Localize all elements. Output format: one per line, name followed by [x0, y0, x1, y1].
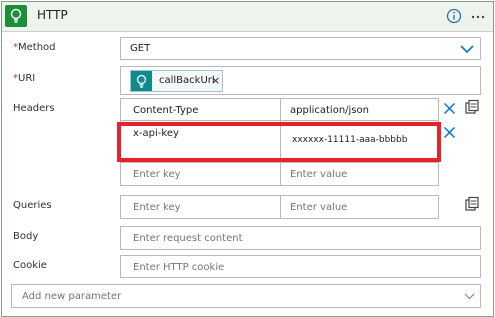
- header-value-input[interactable]: application/json: [280, 98, 439, 121]
- query-value-input[interactable]: Enter value: [280, 195, 439, 219]
- token-label: callBackUrl: [159, 75, 215, 86]
- query-key-input[interactable]: Enter key: [120, 195, 281, 219]
- chevron-down-icon: [460, 45, 474, 54]
- method-value: GET: [130, 43, 151, 54]
- token-remove-icon[interactable]: ×: [211, 74, 220, 87]
- switch-to-text-mode-icon[interactable]: [464, 196, 480, 212]
- add-new-parameter-dropdown[interactable]: Add new parameter: [11, 284, 481, 308]
- header-key-input[interactable]: x-api-key: [120, 120, 281, 163]
- method-select[interactable]: GET: [120, 37, 481, 60]
- body-label: Body: [13, 231, 39, 242]
- header-value-input[interactable]: xxxxxx-11111-aaa-bbbbb: [280, 120, 439, 163]
- header-key-value: x-api-key: [133, 128, 179, 139]
- cookie-input[interactable]: Enter HTTP cookie: [120, 255, 481, 278]
- header-key-placeholder: Enter key: [133, 169, 181, 180]
- uri-label-text: URI: [18, 73, 36, 84]
- info-icon[interactable]: [445, 7, 463, 25]
- header-value-value: xxxxxx-11111-aaa-bbbbb: [292, 135, 408, 145]
- cookie-label: Cookie: [13, 260, 47, 271]
- uri-label: *URI: [13, 73, 35, 84]
- header-key-input[interactable]: Enter key: [120, 162, 281, 186]
- switch-to-text-mode-icon[interactable]: [464, 99, 480, 115]
- method-label: *Method: [13, 42, 56, 53]
- query-key-placeholder: Enter key: [133, 202, 181, 213]
- delete-row-icon[interactable]: [443, 126, 456, 139]
- header-value-value: application/json: [290, 105, 369, 116]
- http-action-card: HTTP *Method GET *URI callBackUrl × Head…: [1, 1, 494, 317]
- more-options-icon[interactable]: [469, 7, 487, 25]
- add-parameter-placeholder: Add new parameter: [22, 291, 122, 302]
- query-value-placeholder: Enter value: [290, 202, 348, 213]
- chevron-down-icon: [464, 293, 475, 300]
- method-label-text: Method: [18, 42, 56, 53]
- cookie-placeholder: Enter HTTP cookie: [133, 262, 225, 273]
- header-value-placeholder: Enter value: [290, 169, 348, 180]
- header-value-input[interactable]: Enter value: [280, 162, 439, 186]
- lightbulb-icon: [131, 71, 152, 91]
- body-input[interactable]: Enter request content: [120, 226, 481, 250]
- delete-row-icon[interactable]: [443, 102, 456, 115]
- headers-label: Headers: [13, 103, 55, 114]
- card-title: HTTP: [37, 8, 68, 22]
- lightbulb-icon: [5, 5, 27, 27]
- header-key-input[interactable]: Content-Type: [120, 98, 281, 121]
- dynamic-content-token[interactable]: callBackUrl ×: [130, 70, 223, 92]
- card-header[interactable]: HTTP: [2, 2, 493, 32]
- body-placeholder: Enter request content: [133, 233, 243, 244]
- queries-label: Queries: [13, 200, 52, 211]
- header-key-value: Content-Type: [133, 105, 199, 116]
